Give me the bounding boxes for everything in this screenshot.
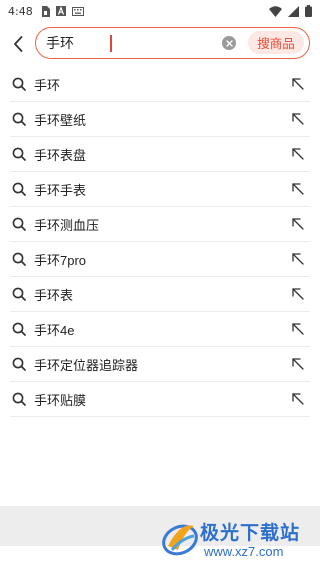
arrow-up-left-icon[interactable] (292, 288, 304, 300)
arrow-up-left-icon[interactable] (292, 183, 304, 195)
search-goods-button[interactable]: 搜商品 (248, 31, 304, 54)
wifi-icon (269, 5, 282, 17)
arrow-up-left-icon[interactable] (292, 323, 304, 335)
sim-card-icon (41, 5, 50, 17)
search-box[interactable]: 搜商品 (35, 27, 310, 59)
suggestion-list: 手环 手环壁纸 手环表盘 手环手表 手环测血压 手环7pro 手环表 手环4e … (10, 67, 310, 417)
arrow-up-left-icon[interactable] (292, 393, 304, 405)
signal-icon (288, 5, 299, 17)
watermark-logo-icon (162, 524, 198, 556)
search-icon (12, 112, 26, 126)
arrow-up-left-icon[interactable] (292, 148, 304, 160)
suggestion-item[interactable]: 手环 (10, 67, 310, 102)
watermark-url: www.xz7.com (204, 544, 284, 559)
suggestion-text: 手环 (34, 78, 61, 93)
arrow-up-left-icon[interactable] (292, 218, 304, 230)
suggestion-text: 手环表盘 (34, 148, 87, 163)
search-icon (12, 357, 26, 371)
suggestion-text: 手环手表 (34, 183, 87, 198)
text-caret (110, 35, 112, 52)
search-input[interactable] (46, 33, 216, 53)
arrow-up-left-icon[interactable] (292, 113, 304, 125)
search-icon (12, 322, 26, 336)
suggestion-item[interactable]: 手环贴膜 (10, 382, 310, 417)
suggestion-item[interactable]: 手环表盘 (10, 137, 310, 172)
suggestion-text: 手环贴膜 (34, 393, 87, 408)
search-icon (12, 182, 26, 196)
text-a-icon (55, 6, 66, 16)
search-icon (12, 147, 26, 161)
arrow-up-left-icon[interactable] (292, 253, 304, 265)
search-icon (12, 392, 26, 406)
suggestion-text: 手环7pro (34, 253, 87, 268)
suggestion-item[interactable]: 手环4e (10, 312, 310, 347)
close-icon (225, 39, 233, 47)
suggestion-text: 手环壁纸 (34, 113, 87, 128)
suggestion-item[interactable]: 手环测血压 (10, 207, 310, 242)
search-icon (12, 287, 26, 301)
suggestion-item[interactable]: 手环定位器追踪器 (10, 347, 310, 382)
suggestion-text: 手环定位器追踪器 (34, 358, 139, 373)
status-time: 4:48 (8, 4, 33, 18)
suggestion-item[interactable]: 手环7pro (10, 242, 310, 277)
search-suggestion-page: 4:48 手环 搜商品 手环 手环壁纸 手环表盘 手环手表 手环测血压 手环7p… (0, 0, 320, 568)
suggestion-item[interactable]: 手环手表 (10, 172, 310, 207)
suggestion-item[interactable]: 手环表 (10, 277, 310, 312)
keyboard-icon (71, 6, 84, 16)
watermark-title: 极光下载站 (200, 523, 301, 544)
clear-button[interactable] (222, 36, 236, 50)
arrow-up-left-icon[interactable] (292, 358, 304, 370)
search-icon (12, 217, 26, 231)
suggestion-text: 手环测血压 (34, 218, 100, 233)
suggestion-text: 手环4e (34, 323, 75, 338)
watermark: 极光下载站 www.xz7.com (160, 514, 316, 566)
back-button[interactable] (8, 32, 28, 56)
search-icon (12, 77, 26, 91)
arrow-up-left-icon[interactable] (292, 78, 304, 90)
search-icon (12, 252, 26, 266)
suggestion-text: 手环表 (34, 288, 74, 303)
status-bar: 4:48 (0, 0, 320, 22)
chevron-left-icon (14, 36, 23, 52)
suggestion-item[interactable]: 手环壁纸 (10, 102, 310, 137)
battery-icon (305, 5, 312, 17)
search-header: 搜商品 (0, 26, 320, 62)
